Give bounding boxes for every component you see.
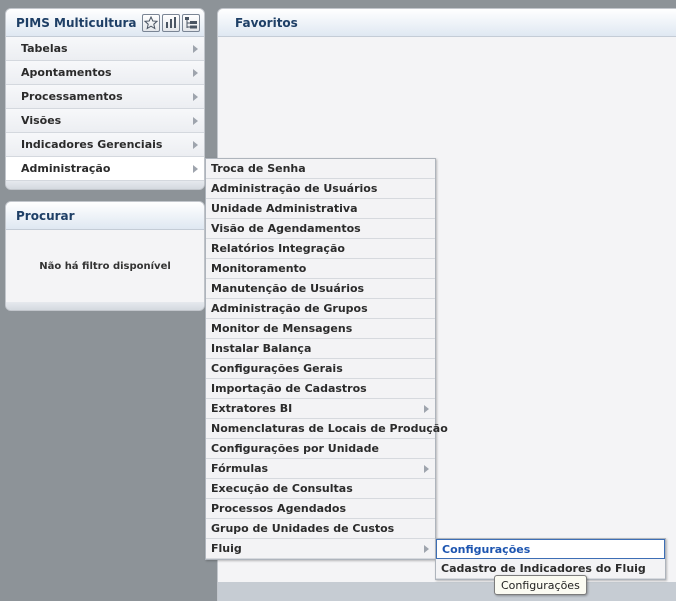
submenu-item-instalar-balanca[interactable]: Instalar Balança xyxy=(206,339,435,359)
chevron-right-icon xyxy=(424,544,429,553)
chevron-right-icon xyxy=(424,464,429,473)
submenu-item-label: Configurações por Unidade xyxy=(211,442,379,455)
submenu-item-grupo-unidades-custos[interactable]: Grupo de Unidades de Custos xyxy=(206,519,435,539)
menu-item-apontamentos[interactable]: Apontamentos xyxy=(6,61,204,85)
submenu-item-label: Administração de Grupos xyxy=(211,302,368,315)
submenu-item-label: Extratores BI xyxy=(211,402,293,415)
submenu-item-label: Unidade Administrativa xyxy=(211,202,358,215)
submenu-item-administracao-de-grupos[interactable]: Administração de Grupos xyxy=(206,299,435,319)
menu-item-visoes[interactable]: Visões xyxy=(6,109,204,133)
submenu-item-label: Monitoramento xyxy=(211,262,307,275)
search-header: Procurar xyxy=(6,202,204,230)
search-title: Procurar xyxy=(16,208,75,223)
tree-view-button[interactable] xyxy=(182,13,200,32)
chevron-right-icon xyxy=(193,140,198,149)
menu-item-administracao[interactable]: Administração xyxy=(6,157,204,181)
admin-submenu: Troca de Senha Administração de Usuários… xyxy=(205,158,448,560)
chevron-right-icon xyxy=(193,44,198,53)
chevron-right-icon xyxy=(193,164,198,173)
submenu-item-unidade-administrativa[interactable]: Unidade Administrativa xyxy=(206,199,435,219)
chevron-right-icon xyxy=(424,404,429,413)
submenu-item-troca-de-senha[interactable]: Troca de Senha xyxy=(206,159,435,179)
tree-list-icon xyxy=(185,16,197,28)
submenu-item-label: Processos Agendados xyxy=(211,502,347,515)
submenu-item-nomenclaturas-locais-producao[interactable]: Nomenclaturas de Locais de Produção xyxy=(206,419,448,439)
menu-item-label: Apontamentos xyxy=(21,66,112,79)
submenu-item-label: Visão de Agendamentos xyxy=(211,222,361,235)
submenu-item-importacao-de-cadastros[interactable]: Importação de Cadastros xyxy=(206,379,435,399)
submenu-item-configuracoes-gerais[interactable]: Configurações Gerais xyxy=(206,359,435,379)
submenu-item-label: Grupo de Unidades de Custos xyxy=(211,522,395,535)
favorites-title: Favoritos xyxy=(235,15,298,30)
main-menu-header: PIMS Multicultura xyxy=(6,9,204,37)
submenu-item-extratores-bi[interactable]: Extratores BI xyxy=(206,399,435,419)
submenu-item-visao-de-agendamentos[interactable]: Visão de Agendamentos xyxy=(206,219,435,239)
submenu-item-label: Manutenção de Usuários xyxy=(211,282,365,295)
main-menu-title: PIMS Multicultura xyxy=(16,15,137,30)
bar-chart-icon xyxy=(166,16,176,28)
submenu-item-label: Configurações Gerais xyxy=(211,362,343,375)
menu-item-tabelas[interactable]: Tabelas xyxy=(6,37,204,61)
submenu-item-label: Fluig xyxy=(211,542,242,555)
submenu-item-label: Nomenclaturas de Locais de Produção xyxy=(211,422,448,435)
star-icon xyxy=(144,15,158,30)
search-empty-message: Não há filtro disponível xyxy=(6,230,204,302)
submenu-item-fluig[interactable]: Fluig xyxy=(206,539,435,559)
favorites-star-button[interactable] xyxy=(142,13,160,32)
submenu-item-label: Configurações xyxy=(442,542,531,556)
panel-footer xyxy=(6,181,204,189)
menu-item-label: Tabelas xyxy=(21,42,68,55)
submenu-item-administracao-de-usuarios[interactable]: Administração de Usuários xyxy=(206,179,435,199)
chevron-right-icon xyxy=(193,116,198,125)
fluig-submenu: Configurações Cadastro de Indicadores do… xyxy=(435,538,666,580)
search-panel: Procurar Não há filtro disponível xyxy=(5,201,205,311)
submenu-item-configuracoes-por-unidade[interactable]: Configurações por Unidade xyxy=(206,439,435,459)
submenu-item-relatorios-integracao[interactable]: Relatórios Integração xyxy=(206,239,435,259)
submenu-item-processos-agendados[interactable]: Processos Agendados xyxy=(206,499,435,519)
menu-item-indicadores-gerenciais[interactable]: Indicadores Gerenciais xyxy=(6,133,204,157)
submenu-item-label: Importação de Cadastros xyxy=(211,382,367,395)
submenu-item-label: Instalar Balança xyxy=(211,342,312,355)
tooltip: Configurações xyxy=(494,575,587,595)
favorites-header: Favoritos xyxy=(218,9,676,37)
submenu-item-configuracoes[interactable]: Configurações xyxy=(436,539,665,559)
panel-footer xyxy=(6,302,204,310)
menu-item-label: Indicadores Gerenciais xyxy=(21,138,163,151)
submenu-item-label: Relatórios Integração xyxy=(211,242,345,255)
submenu-item-execucao-de-consultas[interactable]: Execução de Consultas xyxy=(206,479,435,499)
submenu-item-monitor-de-mensagens[interactable]: Monitor de Mensagens xyxy=(206,319,435,339)
menu-item-label: Administração xyxy=(21,162,111,175)
favorites-footer-bar xyxy=(218,582,676,601)
header-buttons xyxy=(142,13,200,32)
main-menu-panel: PIMS Multicultura Tabelas Apontamentos P… xyxy=(5,8,205,190)
submenu-item-manutencao-de-usuarios[interactable]: Manutenção de Usuários xyxy=(206,279,435,299)
submenu-item-label: Execução de Consultas xyxy=(211,482,353,495)
submenu-item-formulas[interactable]: Fórmulas xyxy=(206,459,435,479)
submenu-item-label: Fórmulas xyxy=(211,462,269,475)
menu-item-label: Processamentos xyxy=(21,90,123,103)
submenu-item-label: Monitor de Mensagens xyxy=(211,322,353,335)
submenu-item-label: Administração de Usuários xyxy=(211,182,378,195)
submenu-item-label: Cadastro de Indicadores do Fluig xyxy=(441,562,646,575)
chart-button[interactable] xyxy=(162,13,180,32)
menu-item-processamentos[interactable]: Processamentos xyxy=(6,85,204,109)
menu-item-label: Visões xyxy=(21,114,62,127)
chevron-right-icon xyxy=(193,92,198,101)
submenu-item-monitoramento[interactable]: Monitoramento xyxy=(206,259,435,279)
chevron-right-icon xyxy=(193,68,198,77)
submenu-item-label: Troca de Senha xyxy=(211,162,306,175)
